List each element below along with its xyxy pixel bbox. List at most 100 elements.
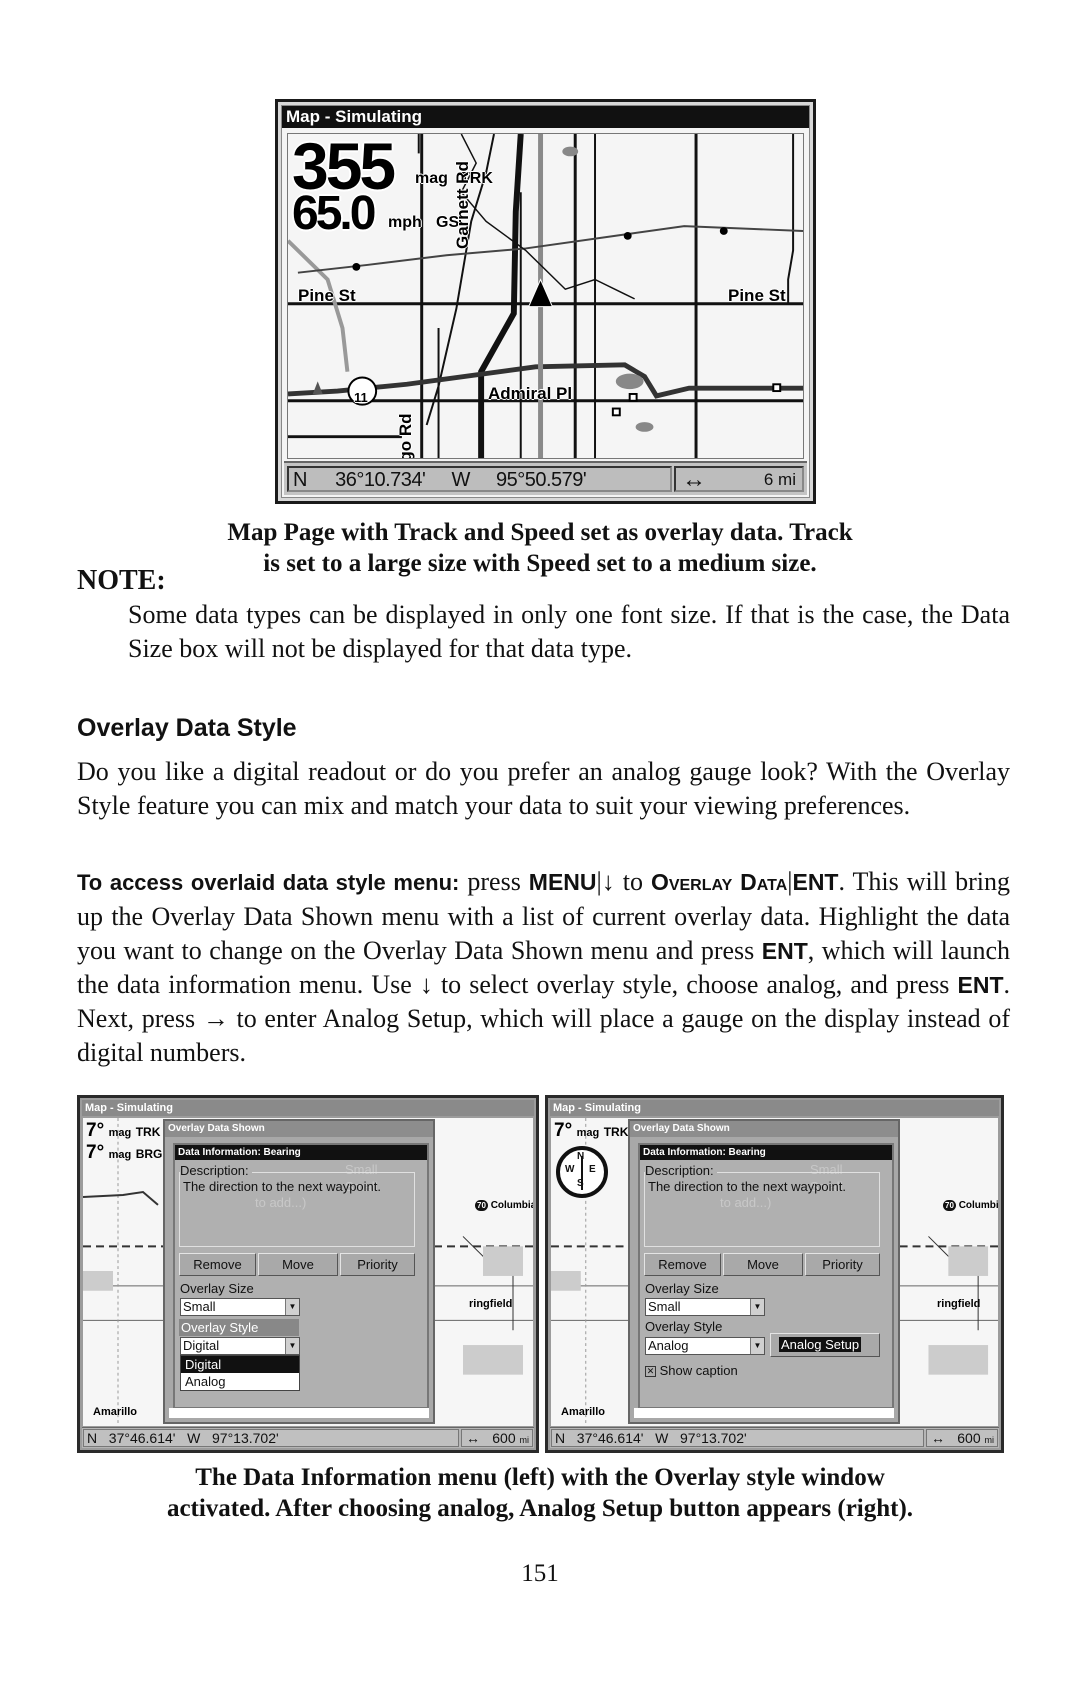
range-unit: mi	[519, 1435, 530, 1445]
gps-status-bar: N 36°10.734' W 95°50.579' ↔ 6 mi	[284, 461, 807, 495]
checkbox-checked-icon[interactable]: ✕	[645, 1366, 656, 1378]
coordinate-readout: N 37°46.614' W 97°13.702'	[83, 1429, 459, 1447]
overlay-style-select[interactable]: Analog ▼	[645, 1337, 765, 1355]
select-value: Analog	[648, 1338, 689, 1353]
double-arrow-icon: ↔	[931, 1430, 945, 1446]
figure-caption-2-line-2: activated. After choosing analog, Analog…	[166, 1495, 914, 1522]
instructions-paragraph: To access overlaid data style menu: pres…	[77, 865, 1010, 1070]
select-value: Digital	[183, 1338, 220, 1353]
page-number: 151	[521, 1560, 559, 1587]
longitude-hemisphere: W	[451, 469, 470, 491]
overlay-style-label: Overlay Style	[179, 1319, 299, 1336]
overlay-size-label: Overlay Size	[180, 1281, 254, 1296]
compass-gauge-icon: N S W E	[556, 1146, 608, 1198]
track-overlay-unit: mag	[415, 170, 448, 187]
map-label-road-partial: ngo Rd	[396, 413, 415, 459]
text-run: to	[614, 867, 651, 896]
select-value: Small	[183, 1299, 216, 1314]
overlay-data-shown-window: Overlay Data Shown Data Information: Bea…	[628, 1119, 900, 1424]
option-analog[interactable]: Analog	[181, 1373, 299, 1390]
overlay-data-shown-window: Overlay Data Shown Data Information: Bea…	[163, 1119, 435, 1424]
overlay-size-select[interactable]: Small ▼	[645, 1298, 765, 1316]
route-11-shield-label: 11	[354, 390, 368, 405]
description-label: Description:	[180, 1163, 252, 1178]
priority-button[interactable]: Priority	[805, 1253, 880, 1276]
overlay-value: 7°	[554, 1120, 573, 1141]
instructions-lead-in: To access overlaid data style menu:	[77, 870, 460, 895]
overlay-unit: mag	[576, 1127, 600, 1139]
overlay-unit: mag	[108, 1127, 132, 1139]
chevron-down-icon[interactable]: ▼	[750, 1299, 764, 1315]
description-label: Description:	[645, 1163, 717, 1178]
map-label-pine-st-right: Pine St	[728, 286, 786, 305]
gps-screen: Map - Simulating 355 mag TRK 65.0 mph GS…	[281, 105, 810, 498]
interstate-shield-icon: 70	[475, 1200, 488, 1211]
overlay-label: TRK	[135, 1125, 161, 1139]
overlay-unit: mag	[108, 1149, 132, 1161]
map-label-springfield: ringfield	[469, 1298, 513, 1310]
coordinate-readout: N 37°46.614' W 97°13.702'	[551, 1429, 924, 1447]
show-caption-checkbox[interactable]: ✕ Show caption	[645, 1363, 738, 1378]
chevron-down-icon[interactable]: ▼	[750, 1338, 764, 1354]
compass-north: N	[577, 1151, 585, 1162]
select-value: Small	[648, 1299, 681, 1314]
move-button[interactable]: Move	[723, 1253, 803, 1276]
range-unit: mi	[984, 1435, 995, 1445]
analog-setup-button[interactable]: Analog Setup	[770, 1333, 880, 1357]
data-information-dialog: Data Information: Bearing Small Small to…	[173, 1143, 429, 1409]
zoom-range-readout: ↔ 600 mi	[461, 1429, 533, 1447]
overlay-label: TRK	[603, 1125, 629, 1139]
priority-button[interactable]: Priority	[340, 1253, 415, 1276]
city-label: Columbia	[490, 1200, 533, 1211]
zoom-range-value: 600 mi	[957, 1430, 994, 1449]
overlay-size-select[interactable]: Small ▼	[180, 1298, 300, 1316]
zoom-range-value: 600 mi	[492, 1430, 529, 1449]
white-scroll-area	[169, 1408, 429, 1418]
remove-button[interactable]: Remove	[644, 1253, 721, 1276]
key-ent: ENT	[957, 972, 1004, 998]
city-label: Columbia	[958, 1200, 998, 1211]
data-information-dialog: Data Information: Bearing Small Small to…	[638, 1143, 894, 1409]
section-intro: Do you like a digital readout or do you …	[77, 757, 1010, 820]
chevron-down-icon[interactable]: ▼	[285, 1338, 299, 1354]
text-run: press	[459, 867, 529, 896]
map-label-amarillo: Amarillo	[93, 1406, 138, 1418]
arrow-down-icon: ↓	[601, 867, 615, 896]
double-arrow-icon: ↔	[682, 466, 706, 493]
move-button[interactable]: Move	[258, 1253, 338, 1276]
gps-status-bar: N 37°46.614' W 97°13.702' ↔ 600 mi	[550, 1427, 999, 1448]
bearing-overlay-brg: 7° mag BRG	[86, 1142, 162, 1164]
description-text: The direction to the next waypoint.	[183, 1179, 382, 1194]
coordinate-readout: N 36°10.734' W 95°50.579'	[287, 466, 672, 492]
overlay-value: 7°	[86, 1120, 105, 1141]
latitude-value: 36°10.734'	[335, 469, 426, 491]
range-number: 600	[492, 1430, 516, 1446]
map-canvas: 355 mag TRK 65.0 mph GS Pine St Pine St …	[287, 133, 804, 459]
note-body: Some data types can be displayed in only…	[128, 600, 1010, 663]
dialog-title: Data Information: Bearing	[175, 1145, 427, 1160]
interstate-shield-icon: 70	[943, 1200, 956, 1211]
overlay-style-label: Overlay Style	[645, 1319, 723, 1334]
key-ent: ENT	[761, 938, 808, 964]
key-ent: ENT	[792, 869, 839, 895]
compass-west: W	[565, 1164, 575, 1175]
speed-overlay-unit: mph	[388, 214, 422, 231]
map-label-admiral-pl: Admiral Pl	[488, 384, 573, 403]
compass-east: E	[589, 1164, 596, 1175]
map-label-columbia: 70 Columbia	[475, 1200, 533, 1211]
window-title: Map - Simulating	[82, 1100, 534, 1116]
zoom-range-value: 6 mi	[763, 470, 796, 489]
zoom-range-readout: ↔ 6 mi	[674, 466, 804, 492]
double-arrow-icon: ↔	[466, 1430, 480, 1446]
section-heading: Overlay Data Style	[77, 714, 297, 742]
arrow-right-icon: →	[202, 1004, 229, 1033]
overlay-size-label: Overlay Size	[645, 1281, 719, 1296]
longitude-value: 95°50.579'	[495, 469, 587, 491]
map-label-columbia: 70 Columbia	[943, 1200, 998, 1211]
text-run: to select overlay style, choose analog, …	[432, 970, 958, 999]
figure-caption-2-line-1: The Data Information menu (left) with th…	[195, 1464, 885, 1491]
remove-button[interactable]: Remove	[179, 1253, 256, 1276]
option-digital[interactable]: Digital	[181, 1356, 299, 1373]
chevron-down-icon[interactable]: ▼	[285, 1299, 299, 1315]
overlay-style-select[interactable]: Digital ▼	[180, 1337, 300, 1355]
